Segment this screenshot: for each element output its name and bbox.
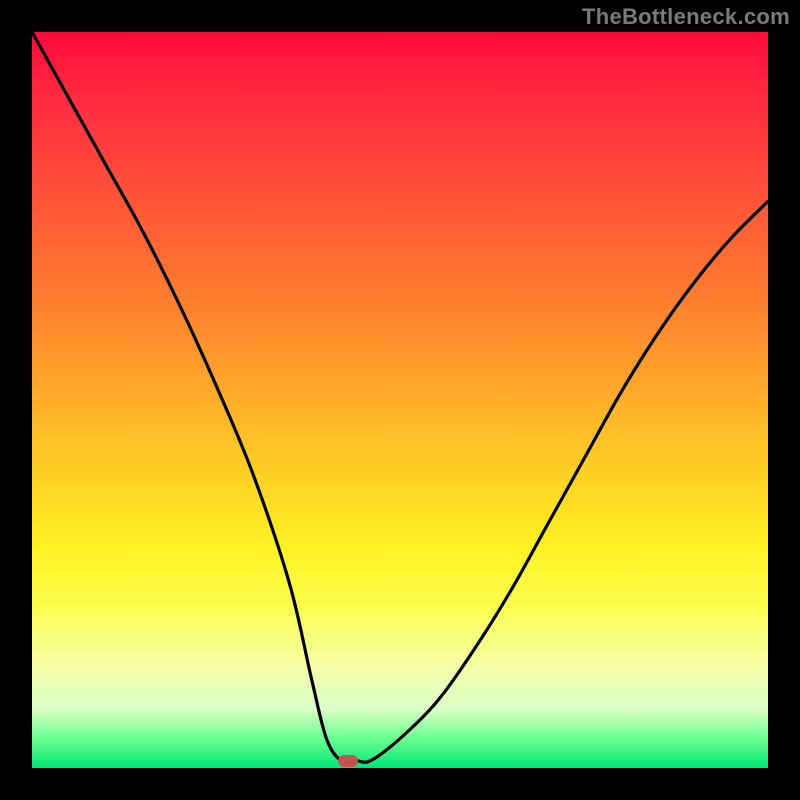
- chart-frame: TheBottleneck.com: [0, 0, 800, 800]
- optimal-point-marker: [338, 755, 358, 767]
- curve-svg: [32, 32, 768, 768]
- bottleneck-curve-path: [32, 32, 768, 762]
- watermark-text: TheBottleneck.com: [582, 4, 790, 30]
- plot-area: [32, 32, 768, 768]
